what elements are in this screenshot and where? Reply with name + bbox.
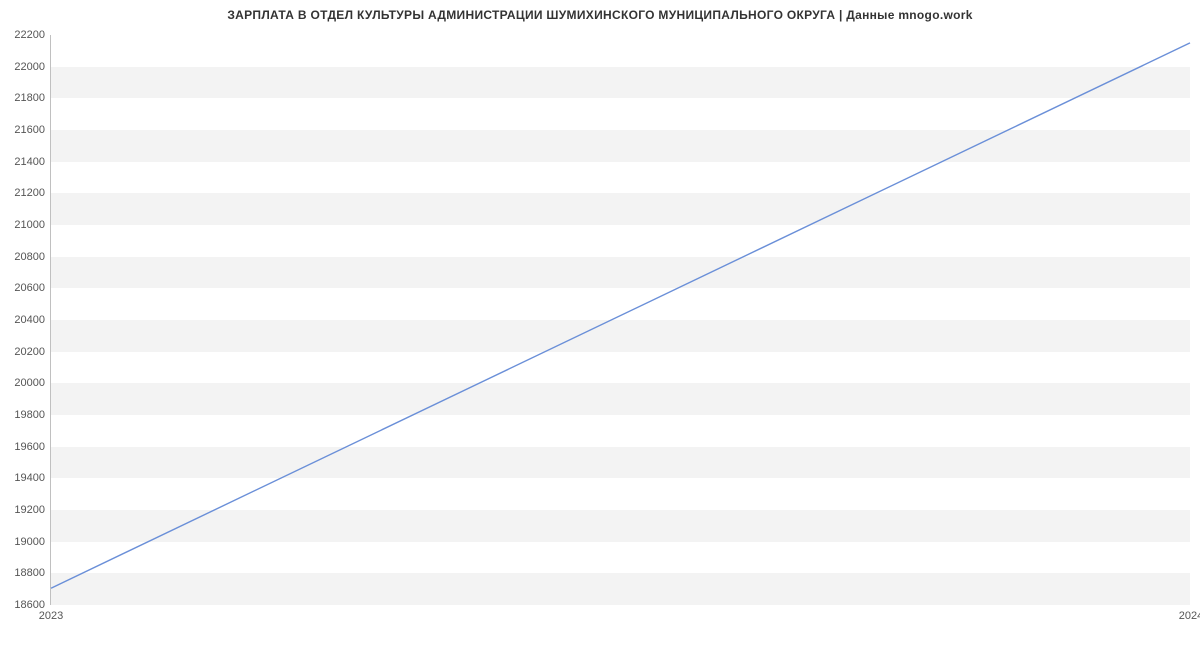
y-tick-label: 19200 [14, 504, 51, 516]
y-tick-label: 20200 [14, 346, 51, 358]
y-tick-label: 19400 [14, 472, 51, 484]
y-tick-label: 21600 [14, 124, 51, 136]
y-tick-label: 22000 [14, 61, 51, 73]
y-tick-label: 21800 [14, 92, 51, 104]
y-tick-label: 19600 [14, 441, 51, 453]
y-tick-label: 20400 [14, 314, 51, 326]
chart-title: ЗАРПЛАТА В ОТДЕЛ КУЛЬТУРЫ АДМИНИСТРАЦИИ … [0, 0, 1200, 22]
y-tick-label: 18800 [14, 567, 51, 579]
x-tick-label: 2023 [39, 604, 63, 622]
y-tick-label: 19000 [14, 536, 51, 548]
y-tick-label: 20000 [14, 377, 51, 389]
y-tick-label: 20600 [14, 282, 51, 294]
plot-area: 1860018800190001920019400196001980020000… [50, 35, 1190, 605]
x-tick-label: 2024 [1179, 604, 1200, 622]
y-tick-label: 22200 [14, 29, 51, 41]
y-tick-label: 21400 [14, 156, 51, 168]
line-chart-svg [51, 35, 1190, 604]
y-tick-label: 21200 [14, 187, 51, 199]
y-tick-label: 20800 [14, 251, 51, 263]
y-tick-label: 19800 [14, 409, 51, 421]
series-line [51, 43, 1190, 588]
y-tick-label: 21000 [14, 219, 51, 231]
plot-container: 1860018800190001920019400196001980020000… [50, 35, 1190, 605]
